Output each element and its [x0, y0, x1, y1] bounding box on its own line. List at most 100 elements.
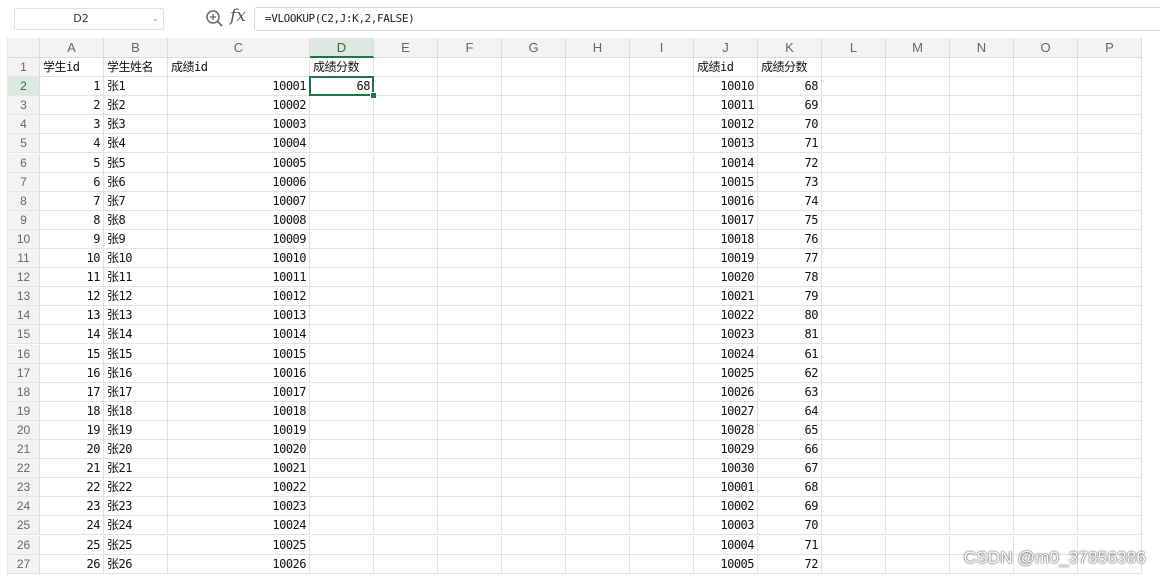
cell-o4[interactable]: [1014, 115, 1078, 135]
cell-a23[interactable]: 22: [40, 478, 104, 498]
cell-p11[interactable]: [1078, 249, 1142, 268]
row-header-23[interactable]: 23: [8, 478, 40, 498]
cell-j14[interactable]: 10022: [694, 306, 758, 326]
cell-m27[interactable]: [886, 554, 950, 574]
cell-c18[interactable]: 10017: [168, 382, 310, 402]
row-header-1[interactable]: 1: [8, 58, 40, 77]
cell-f27[interactable]: [438, 554, 502, 574]
cell-o15[interactable]: [1014, 325, 1078, 345]
row-header-18[interactable]: 18: [8, 382, 40, 402]
cell-l7[interactable]: [822, 172, 886, 192]
cell-c14[interactable]: 10013: [168, 306, 310, 326]
cell-n6[interactable]: [950, 153, 1014, 173]
cell-a18[interactable]: 17: [40, 382, 104, 402]
column-header-e[interactable]: E: [374, 38, 438, 58]
cell-k14[interactable]: 80: [758, 306, 822, 326]
cell-j1[interactable]: 成绩id: [694, 58, 758, 77]
cell-b24[interactable]: 张23: [104, 497, 168, 517]
cell-g2[interactable]: [502, 77, 566, 97]
cell-n10[interactable]: [950, 229, 1014, 249]
cell-o13[interactable]: [1014, 287, 1078, 307]
cell-n5[interactable]: [950, 134, 1014, 154]
cell-l19[interactable]: [822, 401, 886, 421]
cell-i18[interactable]: [630, 382, 694, 402]
cell-f5[interactable]: [438, 134, 502, 154]
cell-l12[interactable]: [822, 268, 886, 288]
cell-l10[interactable]: [822, 229, 886, 249]
cell-p15[interactable]: [1078, 325, 1142, 345]
cell-n25[interactable]: [950, 516, 1014, 536]
cell-d24[interactable]: [310, 497, 374, 517]
cell-d11[interactable]: [310, 249, 374, 268]
cell-p3[interactable]: [1078, 96, 1142, 116]
cell-n9[interactable]: [950, 210, 1014, 230]
row-header-26[interactable]: 26: [8, 535, 40, 555]
cell-o6[interactable]: [1014, 153, 1078, 173]
cell-c10[interactable]: 10009: [168, 229, 310, 249]
cell-k9[interactable]: 75: [758, 210, 822, 230]
cell-a4[interactable]: 3: [40, 115, 104, 135]
cell-p17[interactable]: [1078, 363, 1142, 383]
column-header-b[interactable]: B: [104, 38, 168, 58]
cell-d12[interactable]: [310, 268, 374, 288]
cell-o24[interactable]: [1014, 497, 1078, 517]
cell-i27[interactable]: [630, 554, 694, 574]
cell-g25[interactable]: [502, 516, 566, 536]
row-header-6[interactable]: 6: [8, 153, 40, 173]
cell-e19[interactable]: [374, 401, 438, 421]
cell-h25[interactable]: [566, 516, 630, 536]
cell-b4[interactable]: 张3: [104, 115, 168, 135]
cell-c6[interactable]: 10005: [168, 153, 310, 173]
cell-b14[interactable]: 张13: [104, 306, 168, 326]
cell-i25[interactable]: [630, 516, 694, 536]
cell-p13[interactable]: [1078, 287, 1142, 307]
cell-j17[interactable]: 10025: [694, 363, 758, 383]
cell-a19[interactable]: 18: [40, 401, 104, 421]
cell-d26[interactable]: [310, 535, 374, 555]
cell-f9[interactable]: [438, 210, 502, 230]
cell-k6[interactable]: 72: [758, 153, 822, 173]
cell-i22[interactable]: [630, 459, 694, 479]
cell-f21[interactable]: [438, 440, 502, 459]
cell-g19[interactable]: [502, 401, 566, 421]
cell-b8[interactable]: 张7: [104, 191, 168, 211]
cell-g18[interactable]: [502, 382, 566, 402]
cell-p22[interactable]: [1078, 459, 1142, 479]
cell-e15[interactable]: [374, 325, 438, 345]
cell-j12[interactable]: 10020: [694, 268, 758, 288]
cell-g24[interactable]: [502, 497, 566, 517]
row-header-10[interactable]: 10: [8, 229, 40, 249]
cell-d25[interactable]: [310, 516, 374, 536]
cell-d19[interactable]: [310, 401, 374, 421]
cell-h26[interactable]: [566, 535, 630, 555]
cell-f10[interactable]: [438, 229, 502, 249]
cell-f26[interactable]: [438, 535, 502, 555]
cell-o18[interactable]: [1014, 382, 1078, 402]
cell-f24[interactable]: [438, 497, 502, 517]
cell-l24[interactable]: [822, 497, 886, 517]
cell-a2[interactable]: 1: [40, 77, 104, 97]
cell-i23[interactable]: [630, 478, 694, 498]
cell-m3[interactable]: [886, 96, 950, 116]
cell-i16[interactable]: [630, 344, 694, 364]
cell-o25[interactable]: [1014, 516, 1078, 536]
cell-e14[interactable]: [374, 306, 438, 326]
cell-j15[interactable]: 10023: [694, 325, 758, 345]
cell-i5[interactable]: [630, 134, 694, 154]
cell-l20[interactable]: [822, 420, 886, 440]
column-header-h[interactable]: H: [566, 38, 630, 58]
cell-m21[interactable]: [886, 440, 950, 459]
cell-l13[interactable]: [822, 287, 886, 307]
zoom-icon[interactable]: [204, 8, 226, 30]
cell-i20[interactable]: [630, 420, 694, 440]
cell-m20[interactable]: [886, 420, 950, 440]
cell-b7[interactable]: 张6: [104, 172, 168, 192]
cell-c19[interactable]: 10018: [168, 401, 310, 421]
cell-l22[interactable]: [822, 459, 886, 479]
cell-f18[interactable]: [438, 382, 502, 402]
cell-g16[interactable]: [502, 344, 566, 364]
cell-j22[interactable]: 10030: [694, 459, 758, 479]
cell-h12[interactable]: [566, 268, 630, 288]
cell-j24[interactable]: 10002: [694, 497, 758, 517]
cell-e25[interactable]: [374, 516, 438, 536]
